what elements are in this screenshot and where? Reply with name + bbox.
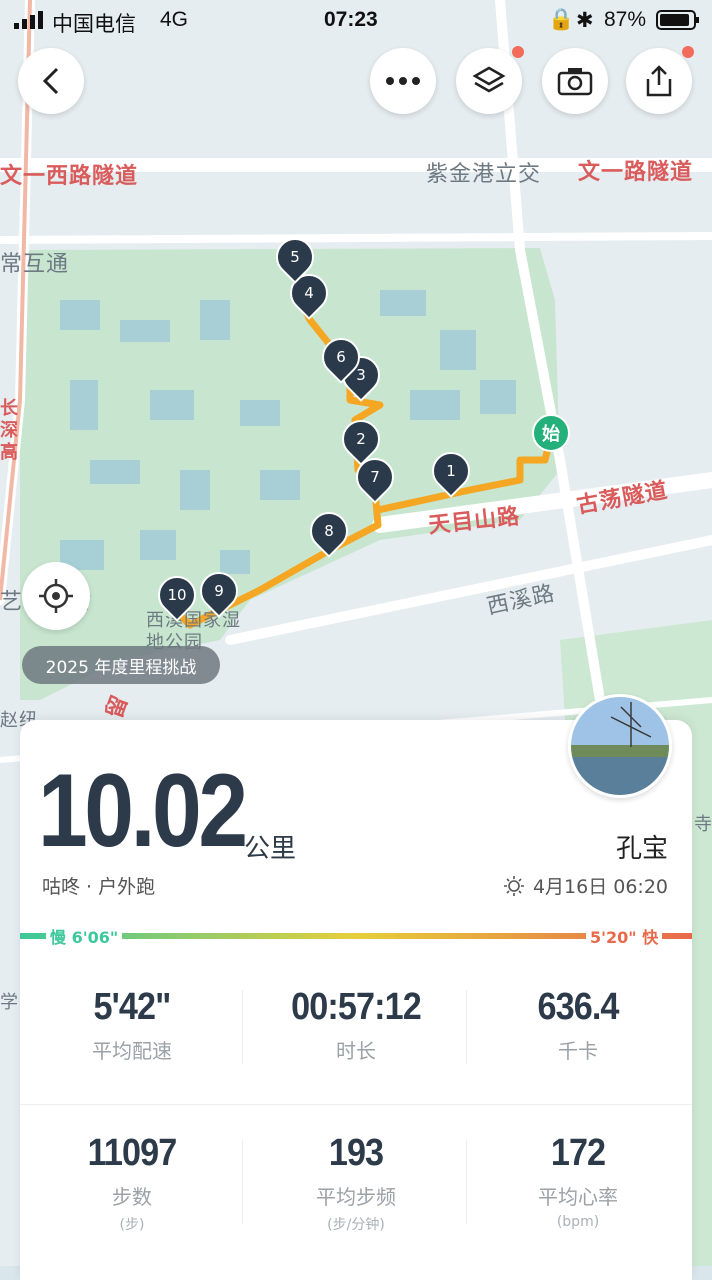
distance-unit: 公里: [244, 834, 297, 864]
map-label-road: 文一西路隧道: [0, 164, 139, 189]
layers-button[interactable]: [456, 46, 524, 114]
map-label-place: 常互通: [0, 252, 70, 277]
notification-dot: [512, 46, 524, 58]
network-type: 4G: [160, 8, 189, 31]
stat-value: 11097: [87, 1132, 178, 1174]
more-icon: [386, 77, 420, 85]
chevron-left-icon: [42, 67, 59, 95]
stat-value: 172: [550, 1132, 606, 1174]
carrier: 中国电信: [52, 13, 136, 36]
user-name: 孔宝: [615, 834, 668, 864]
notification-dot: [682, 46, 694, 58]
stat-duration: 00:57:12 时长: [244, 986, 468, 1064]
battery-icon: [656, 10, 699, 30]
divider: [242, 990, 243, 1064]
stat-value: 00:57:12: [291, 986, 422, 1028]
stat-unit: (步/分钟): [327, 1217, 385, 1233]
divider: [20, 1104, 692, 1105]
map-label-highway: 长深高: [0, 398, 19, 463]
map-label-place: 寺: [694, 814, 712, 835]
stat-steps: 11097 步数 (步): [20, 1132, 244, 1234]
stat-unit: (步): [119, 1217, 145, 1233]
share-icon: [646, 65, 672, 97]
stat-label: 时长: [336, 1039, 376, 1063]
more-button[interactable]: [370, 48, 436, 114]
stat-label: 平均步频: [316, 1185, 396, 1209]
datetime-text: 4月16日 06:20: [532, 876, 668, 898]
camera-icon: [557, 68, 593, 96]
signal-icon: [14, 11, 43, 29]
map-label-road: 文一路隧道: [578, 160, 694, 185]
divider: [466, 990, 467, 1064]
stat-label: 步数: [112, 1185, 152, 1209]
activity-source: 咕咚 · 户外跑: [42, 876, 156, 898]
avatar-image: [571, 697, 669, 795]
stat-unit: (bpm): [556, 1214, 600, 1230]
start-marker[interactable]: 始: [532, 414, 570, 452]
divider: [242, 1140, 243, 1224]
back-button[interactable]: [18, 48, 84, 114]
stat-calories: 636.4 千卡: [466, 986, 690, 1064]
share-button[interactable]: [626, 46, 694, 114]
locate-button[interactable]: [22, 562, 90, 630]
activity-datetime: 4月16日 06:20: [503, 872, 668, 899]
stat-avg-pace: 5'42" 平均配速: [20, 986, 244, 1064]
stat-heart-rate: 172 平均心率 (bpm): [466, 1132, 690, 1230]
stat-cadence: 193 平均步频 (步/分钟): [244, 1132, 468, 1234]
status-bar: 中国电信 4G 07:23 🔒 ✱ 87%: [0, 0, 712, 40]
sun-icon: [503, 875, 524, 896]
slow-pace-label: 慢 6'06": [46, 924, 123, 948]
stat-value: 5'42": [93, 986, 172, 1028]
annual-challenge-badge[interactable]: 2025 年度里程挑战: [22, 646, 220, 684]
avatar[interactable]: [568, 694, 672, 798]
divider: [466, 1140, 467, 1224]
stat-value: 636.4: [537, 986, 619, 1028]
camera-button[interactable]: [542, 48, 608, 114]
clock: 07:23: [324, 8, 378, 31]
battery-percent: 87%: [604, 8, 647, 31]
bluetooth-icon: ✱: [576, 9, 594, 32]
distance-value: 10.02: [38, 753, 248, 869]
stat-value: 193: [328, 1132, 384, 1174]
fast-pace-label: 5'20" 快: [586, 924, 663, 948]
locate-icon: [39, 579, 73, 613]
map-label-interchange: 紫金港立交: [426, 162, 542, 187]
stat-label: 平均配速: [92, 1039, 172, 1063]
map-label-place: 学: [0, 992, 19, 1013]
stat-label: 千卡: [558, 1039, 598, 1063]
rotation-lock-icon: 🔒: [548, 8, 575, 31]
stat-label: 平均心率: [538, 1185, 618, 1209]
layers-icon: [472, 66, 506, 93]
